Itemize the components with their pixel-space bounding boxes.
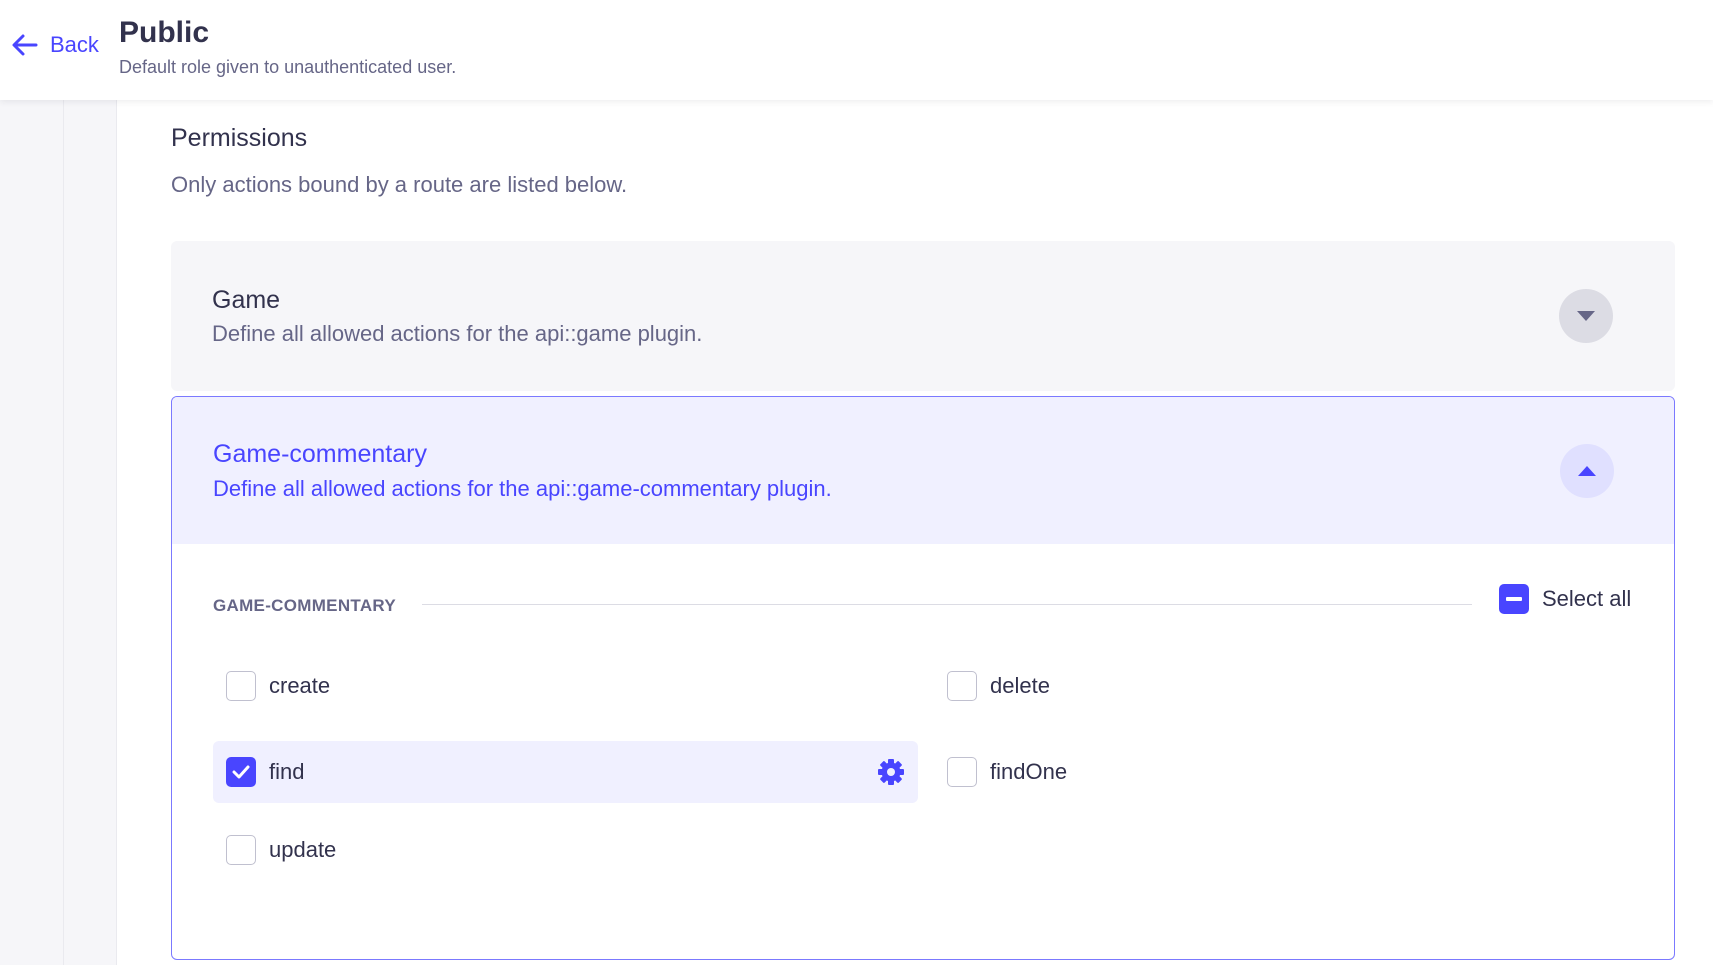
page-title: Public bbox=[119, 16, 210, 49]
chevron-up-icon bbox=[1578, 466, 1596, 476]
permissions-description: Only actions bound by a route are listed… bbox=[171, 172, 628, 197]
select-all-checkbox[interactable]: Select all bbox=[1499, 584, 1631, 614]
permission-update[interactable]: update bbox=[213, 819, 916, 881]
check-icon bbox=[232, 765, 250, 779]
permission-label: findOne bbox=[990, 759, 1068, 784]
section-divider bbox=[422, 604, 1472, 605]
gear-icon bbox=[878, 759, 904, 785]
section-label: GAME-COMMENTARY bbox=[213, 596, 396, 615]
checkbox[interactable] bbox=[226, 757, 256, 787]
checkbox[interactable] bbox=[226, 671, 256, 701]
back-button[interactable]: Back bbox=[10, 30, 99, 60]
checkbox[interactable] bbox=[226, 835, 256, 865]
permission-label: create bbox=[269, 673, 331, 698]
indeterminate-checkbox[interactable] bbox=[1499, 584, 1529, 614]
arrow-left-icon bbox=[12, 34, 38, 56]
expand-button[interactable] bbox=[1559, 289, 1613, 343]
accordion-game-commentary: Game-commentary Define all allowed actio… bbox=[171, 396, 1675, 960]
minus-icon bbox=[1506, 597, 1522, 601]
page-header: Back Public Default role given to unauth… bbox=[0, 0, 1713, 100]
permission-findone[interactable]: findOne bbox=[934, 741, 1637, 803]
permission-label: delete bbox=[990, 673, 1050, 698]
permission-delete[interactable]: delete bbox=[934, 655, 1637, 717]
accordion-title: Game-commentary bbox=[213, 440, 427, 468]
settings-button[interactable] bbox=[874, 755, 908, 789]
accordion-description: Define all allowed actions for the api::… bbox=[212, 321, 703, 346]
checkbox[interactable] bbox=[947, 671, 977, 701]
chevron-down-icon bbox=[1577, 311, 1595, 321]
back-label: Back bbox=[50, 32, 99, 57]
permission-label: find bbox=[269, 759, 305, 784]
permission-create[interactable]: create bbox=[213, 655, 916, 717]
select-all-label: Select all bbox=[1542, 586, 1632, 611]
checkbox[interactable] bbox=[947, 757, 977, 787]
left-rail bbox=[0, 100, 64, 965]
collapse-button[interactable] bbox=[1560, 444, 1614, 498]
permissions-title: Permissions bbox=[171, 124, 308, 152]
accordion-title: Game bbox=[212, 286, 281, 314]
permission-label: update bbox=[269, 837, 337, 862]
page-subtitle: Default role given to unauthenticated us… bbox=[119, 57, 457, 77]
accordion-description: Define all allowed actions for the api::… bbox=[213, 476, 832, 501]
accordion-game[interactable]: Game Define all allowed actions for the … bbox=[171, 241, 1675, 391]
permission-find[interactable]: find bbox=[213, 741, 918, 803]
accordion-header[interactable]: Game-commentary Define all allowed actio… bbox=[172, 397, 1674, 544]
